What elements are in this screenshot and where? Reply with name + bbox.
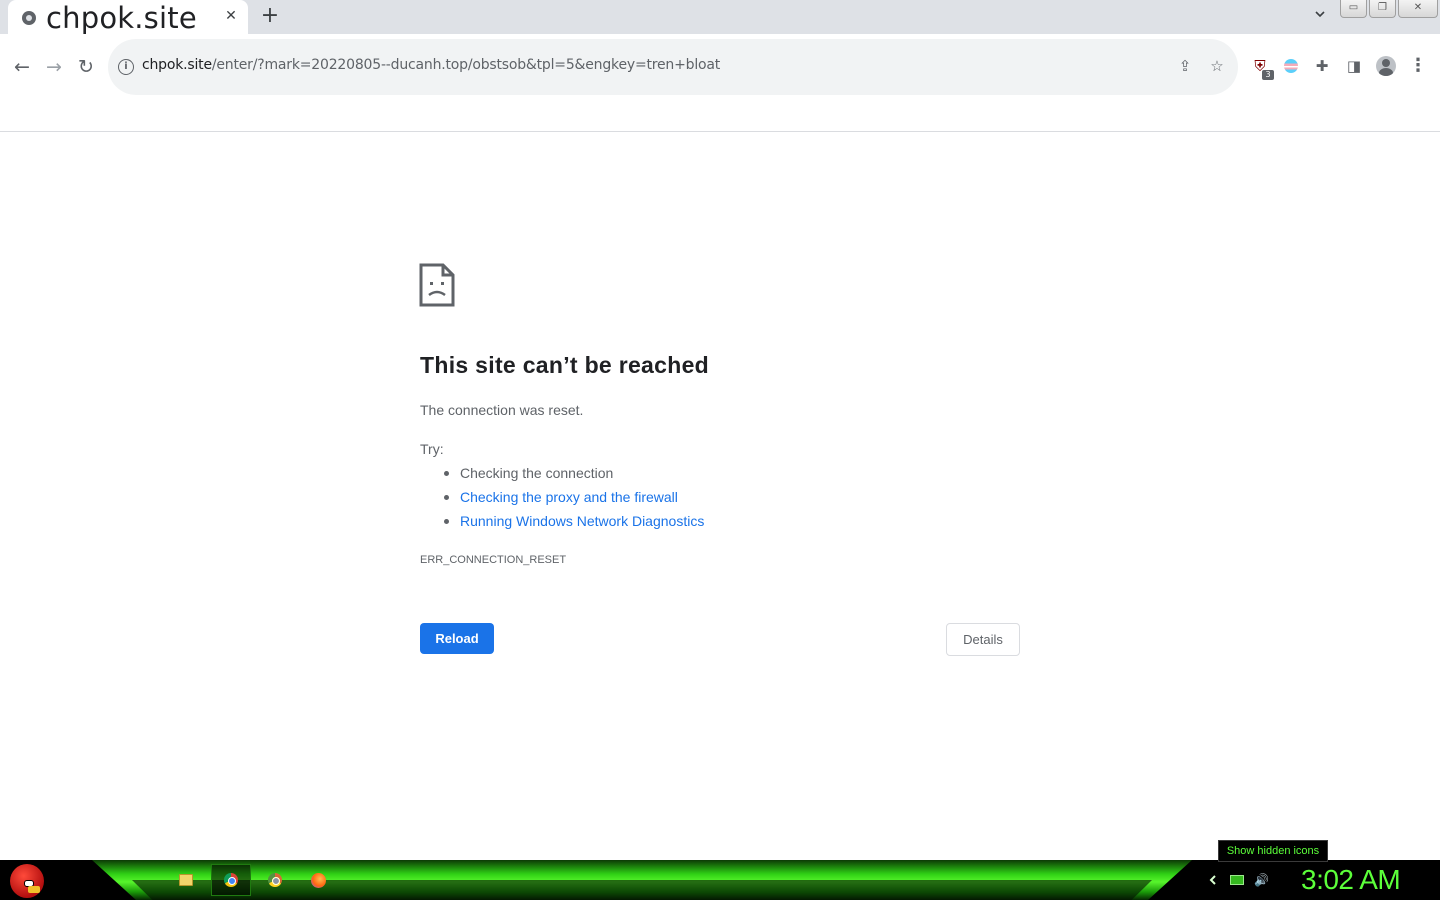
taskbar: 🔊 3:02 AM <box>0 860 1440 900</box>
browser-menu-icon[interactable]: ⋮ <box>1406 54 1430 78</box>
bookmark-star-icon[interactable]: ☆ <box>1206 55 1228 77</box>
tab-search-chevron-icon[interactable] <box>1309 6 1331 28</box>
tab-strip: chpok.site ✕ + ▭ ❐ ✕ <box>0 0 1440 36</box>
tab-chpok-site[interactable]: chpok.site ✕ <box>8 0 248 36</box>
page-content: This site can’t be reached The connectio… <box>0 132 1440 860</box>
window-close-button[interactable]: ✕ <box>1398 0 1438 18</box>
reload-page-button[interactable]: ↻ <box>73 54 99 80</box>
url-text[interactable]: chpok.site/enter/?mark=20220805--ducanh.… <box>142 57 720 73</box>
proxy-firewall-link[interactable]: Checking the proxy and the firewall <box>460 489 678 505</box>
forward-button[interactable]: → <box>41 54 67 80</box>
firefox-icon <box>310 872 326 888</box>
suggestion-text: Checking the connection <box>460 465 614 481</box>
volume-icon[interactable]: 🔊 <box>1254 873 1269 887</box>
suggestion-proxy-firewall: Checking the proxy and the firewall <box>443 488 704 512</box>
browser-toolbar: ← → ↻ i chpok.site/enter/?mark=20220805-… <box>0 34 1440 100</box>
taskbar-chrome-canary[interactable] <box>255 864 295 896</box>
taskbar-clock[interactable]: 3:02 AM <box>1301 864 1401 896</box>
network-diagnostics-link[interactable]: Running Windows Network Diagnostics <box>460 513 704 529</box>
network-icon[interactable] <box>1230 875 1244 885</box>
tab-title: chpok.site <box>46 1 197 35</box>
details-button[interactable]: Details <box>946 623 1020 656</box>
window-controls: ▭ ❐ ✕ <box>1340 0 1440 18</box>
minimize-button[interactable]: ▭ <box>1340 0 1367 18</box>
taskbar-chrome[interactable] <box>211 864 251 896</box>
info-icon[interactable]: i <box>118 59 134 75</box>
chrome-icon <box>224 873 238 887</box>
side-panel-icon[interactable]: ◨ <box>1342 54 1366 78</box>
angry-bird-beak-icon <box>28 886 40 893</box>
sad-page-icon <box>419 263 455 307</box>
error-title: This site can’t be reached <box>420 352 710 378</box>
share-icon[interactable]: ⇪ <box>1174 55 1196 77</box>
url-host: chpok.site <box>142 57 212 73</box>
error-subtitle: The connection was reset. <box>420 402 584 418</box>
address-bar[interactable]: i chpok.site/enter/?mark=20220805--ducan… <box>108 39 1238 95</box>
reload-button[interactable]: Reload <box>420 623 494 654</box>
globe-icon <box>22 11 36 25</box>
url-path: /enter/?mark=20220805--ducanh.top/obstso… <box>211 57 721 73</box>
chrome-canary-icon <box>268 873 282 887</box>
new-tab-button[interactable]: + <box>258 4 282 28</box>
restore-button[interactable]: ❐ <box>1369 0 1396 18</box>
system-tray: 🔊 <box>1206 873 1269 887</box>
taskbar-firefox[interactable] <box>298 864 338 896</box>
suggestions-list: Checking the connection Checking the pro… <box>443 464 704 536</box>
profile-avatar-button[interactable] <box>1374 54 1398 78</box>
suggestion-network-diagnostics: Running Windows Network Diagnostics <box>443 512 704 536</box>
try-label: Try: <box>420 441 444 457</box>
back-button[interactable]: ← <box>9 54 35 80</box>
start-button[interactable] <box>10 864 44 898</box>
show-hidden-icons-arrow-icon[interactable] <box>1206 873 1220 887</box>
ublock-shield-icon[interactable]: ⛨ 3 <box>1248 54 1274 80</box>
folder-icon <box>179 874 193 886</box>
flag-icon <box>1284 59 1298 73</box>
avatar <box>1376 56 1396 76</box>
error-code: ERR_CONNECTION_RESET <box>420 554 567 566</box>
ublock-count-badge: 3 <box>1262 70 1274 80</box>
show-hidden-icons-tooltip: Show hidden icons <box>1218 840 1328 862</box>
taskbar-folder[interactable] <box>166 864 206 896</box>
close-tab-icon[interactable]: ✕ <box>222 7 240 25</box>
extensions-puzzle-icon[interactable]: ✚ <box>1310 54 1334 78</box>
flag-extension-icon[interactable] <box>1279 54 1303 78</box>
suggestion-checking-connection: Checking the connection <box>443 464 704 488</box>
